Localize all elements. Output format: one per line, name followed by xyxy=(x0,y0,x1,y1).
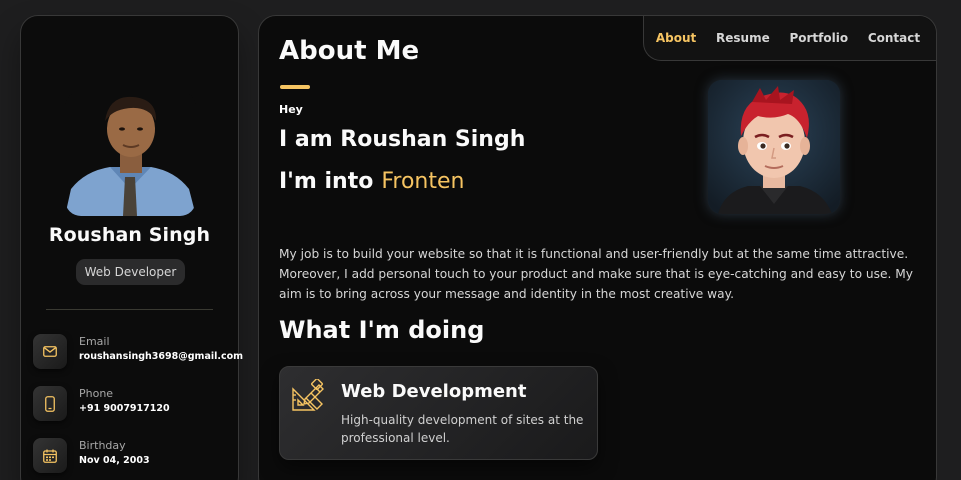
page-title: About Me xyxy=(279,36,420,66)
title-underline xyxy=(280,85,310,89)
contact-label: Birthday xyxy=(79,439,126,452)
sidebar-name: Roushan Singh xyxy=(48,224,211,246)
calendar-icon xyxy=(33,438,67,473)
sidebar: Roushan Singh Web Developer Email rousha… xyxy=(20,15,243,480)
into-prefix: I'm into xyxy=(279,169,374,194)
cartoon-avatar xyxy=(708,80,840,214)
avatar xyxy=(65,91,196,216)
service-title: Web Development xyxy=(341,381,527,402)
email-link[interactable]: roushansingh3698@gmail.com xyxy=(79,351,243,362)
phone-icon xyxy=(33,386,67,421)
phone-link[interactable]: +91 9007917120 xyxy=(79,403,170,414)
nav-portfolio[interactable]: Portfolio xyxy=(789,31,848,45)
typed-text: Fronten xyxy=(381,169,465,194)
separator xyxy=(46,309,213,310)
nav-about[interactable]: About xyxy=(656,31,696,45)
contact-email: Email roushansingh3698@gmail.com xyxy=(33,334,243,370)
service-card: Web Development High-quality development… xyxy=(279,366,598,460)
contact-label: Phone xyxy=(79,387,114,400)
service-description: High-quality development of sites at the… xyxy=(341,413,584,445)
greeting: Hey xyxy=(279,103,303,116)
section-title: What I'm doing xyxy=(279,316,485,344)
nav-resume[interactable]: Resume xyxy=(716,31,770,45)
main-panel: About Resume Portfolio Contact About Me … xyxy=(258,15,937,480)
birthday-value: Nov 04, 2003 xyxy=(79,455,150,466)
title-badge: Web Developer xyxy=(76,259,185,285)
contact-label: Email xyxy=(79,335,110,348)
contact-birthday: Birthday Nov 04, 2003 xyxy=(33,438,233,474)
bio-text: My job is to build your website so that … xyxy=(279,247,913,301)
into-line: I'm into Fronten xyxy=(279,169,464,194)
navbar: About Resume Portfolio Contact xyxy=(643,16,936,61)
nav-contact[interactable]: Contact xyxy=(868,31,920,45)
contact-phone: Phone +91 9007917120 xyxy=(33,386,233,422)
intro-name: I am Roushan Singh xyxy=(279,127,526,152)
design-tools-icon xyxy=(291,378,325,413)
mail-icon xyxy=(33,334,67,369)
